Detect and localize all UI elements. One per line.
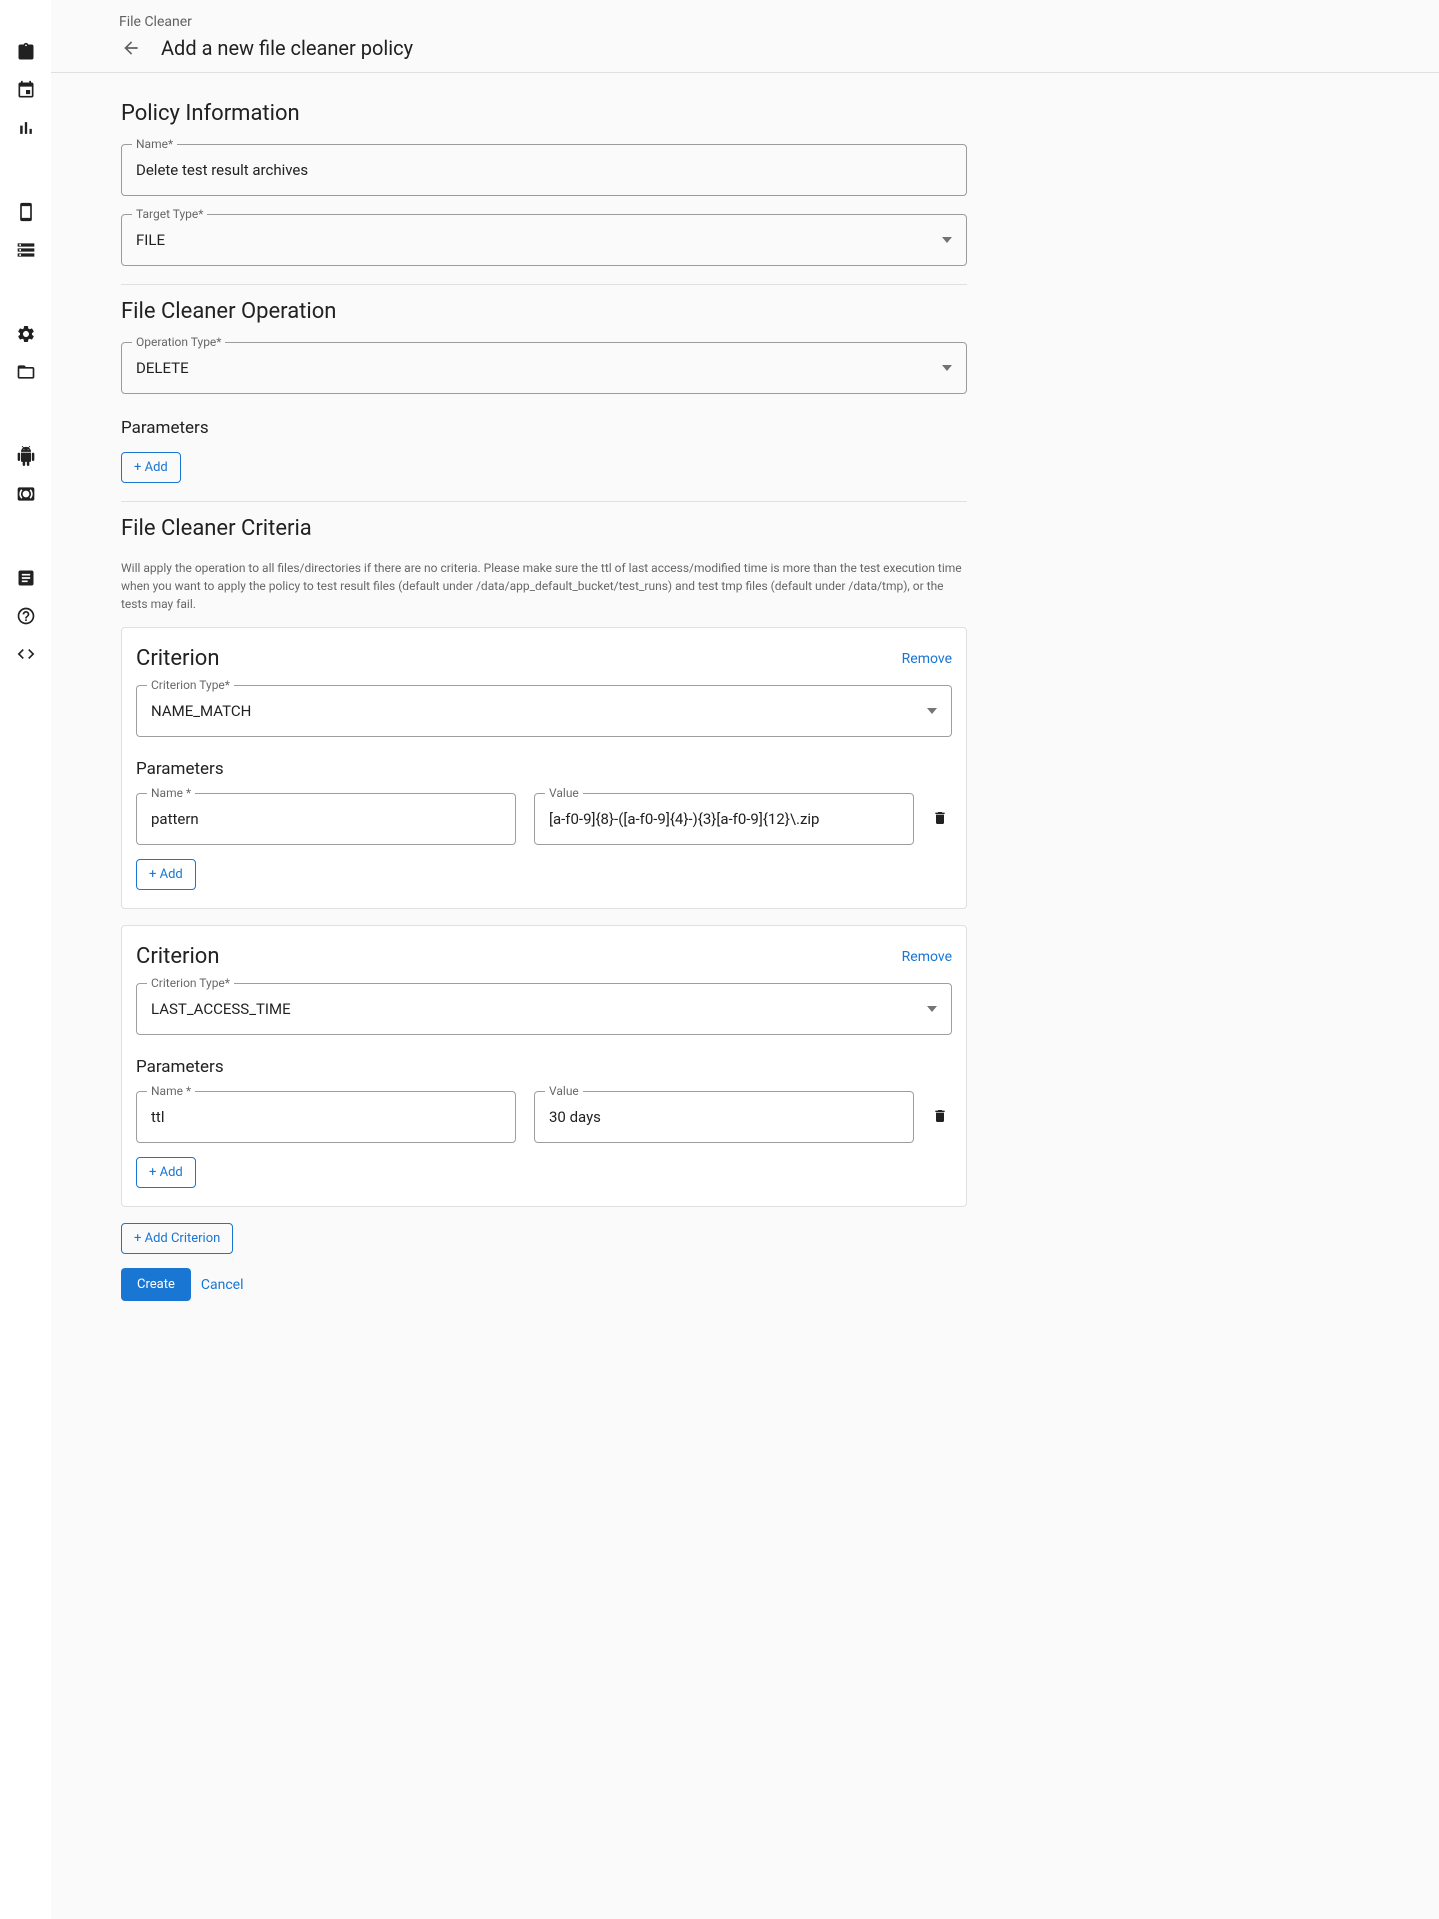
create-button[interactable]: Create <box>121 1268 191 1301</box>
param-name-input[interactable] <box>137 1092 515 1142</box>
subsection-parameters: Parameters <box>121 418 967 438</box>
criterion-type-select[interactable]: NAME_MATCH <box>137 686 951 736</box>
divider <box>121 284 967 285</box>
target-type-select[interactable]: FILE <box>122 215 966 265</box>
criterion-type-field[interactable]: Criterion Type* LAST_ACCESS_TIME <box>136 983 952 1035</box>
sidebar-item-chart[interactable] <box>14 116 38 140</box>
name-label: Name* <box>132 137 177 151</box>
param-value-input[interactable] <box>535 1092 913 1142</box>
sidebar-item-monitor[interactable] <box>14 482 38 506</box>
subsection-parameters: Parameters <box>136 759 952 779</box>
sidebar-item-code[interactable] <box>14 642 38 666</box>
target-type-value: FILE <box>136 231 165 249</box>
param-name-field[interactable]: Name * <box>136 793 516 845</box>
criterion-type-select[interactable]: LAST_ACCESS_TIME <box>137 984 951 1034</box>
sidebar-item-notes[interactable] <box>14 566 38 590</box>
breadcrumb: File Cleaner <box>119 14 1439 30</box>
operation-type-value: DELETE <box>136 359 189 377</box>
sidebar-item-android[interactable] <box>14 444 38 468</box>
param-value-label: Value <box>545 1084 583 1098</box>
param-name-input[interactable] <box>137 794 515 844</box>
sidebar-item-calendar[interactable] <box>14 78 38 102</box>
page-title: Add a new file cleaner policy <box>161 36 413 60</box>
chevron-down-icon <box>942 237 952 243</box>
criterion-title: Criterion <box>136 646 220 671</box>
criterion-type-label: Criterion Type* <box>147 678 234 692</box>
name-input[interactable] <box>122 145 966 195</box>
criterion-type-value: LAST_ACCESS_TIME <box>151 1000 291 1018</box>
chevron-down-icon <box>927 1006 937 1012</box>
header: File Cleaner Add a new file cleaner poli… <box>51 0 1439 73</box>
criteria-description: Will apply the operation to all files/di… <box>121 559 967 613</box>
delete-param-button[interactable] <box>932 809 952 829</box>
divider <box>121 501 967 502</box>
param-row: Name * Value <box>136 793 952 845</box>
criterion-card: Criterion Remove Criterion Type* LAST_AC… <box>121 925 967 1207</box>
param-value-field[interactable]: Value <box>534 1091 914 1143</box>
criterion-type-label: Criterion Type* <box>147 976 234 990</box>
add-criterion-button[interactable]: + Add Criterion <box>121 1223 233 1254</box>
sidebar-item-folder[interactable] <box>14 360 38 384</box>
criterion-title: Criterion <box>136 944 220 969</box>
chevron-down-icon <box>942 365 952 371</box>
criterion-type-value: NAME_MATCH <box>151 702 251 720</box>
delete-param-button[interactable] <box>932 1107 952 1127</box>
param-value-input[interactable] <box>535 794 913 844</box>
remove-criterion-link[interactable]: Remove <box>902 949 952 965</box>
subsection-parameters: Parameters <box>136 1057 952 1077</box>
section-policy-info: Policy Information <box>121 101 967 126</box>
add-param-button[interactable]: + Add <box>136 859 196 890</box>
cancel-link[interactable]: Cancel <box>201 1277 244 1293</box>
param-value-label: Value <box>545 786 583 800</box>
sidebar <box>0 0 51 1919</box>
target-type-field[interactable]: Target Type* FILE <box>121 214 967 266</box>
back-button[interactable] <box>119 36 143 60</box>
operation-type-field[interactable]: Operation Type* DELETE <box>121 342 967 394</box>
operation-type-select[interactable]: DELETE <box>122 343 966 393</box>
param-name-field[interactable]: Name * <box>136 1091 516 1143</box>
sidebar-item-help[interactable] <box>14 604 38 628</box>
param-value-field[interactable]: Value <box>534 793 914 845</box>
param-name-label: Name * <box>147 786 195 800</box>
chevron-down-icon <box>927 708 937 714</box>
criterion-card: Criterion Remove Criterion Type* NAME_MA… <box>121 627 967 909</box>
sidebar-item-settings[interactable] <box>14 322 38 346</box>
target-type-label: Target Type* <box>132 207 207 221</box>
add-parameter-button[interactable]: + Add <box>121 452 181 483</box>
param-name-label: Name * <box>147 1084 195 1098</box>
sidebar-item-clipboard[interactable] <box>14 40 38 64</box>
param-row: Name * Value <box>136 1091 952 1143</box>
section-operation: File Cleaner Operation <box>121 299 967 324</box>
section-criteria: File Cleaner Criteria <box>121 516 967 541</box>
remove-criterion-link[interactable]: Remove <box>902 651 952 667</box>
operation-type-label: Operation Type* <box>132 335 225 349</box>
criterion-type-field[interactable]: Criterion Type* NAME_MATCH <box>136 685 952 737</box>
sidebar-item-storage[interactable] <box>14 238 38 262</box>
add-param-button[interactable]: + Add <box>136 1157 196 1188</box>
name-field[interactable]: Name* <box>121 144 967 196</box>
sidebar-item-device[interactable] <box>14 200 38 224</box>
